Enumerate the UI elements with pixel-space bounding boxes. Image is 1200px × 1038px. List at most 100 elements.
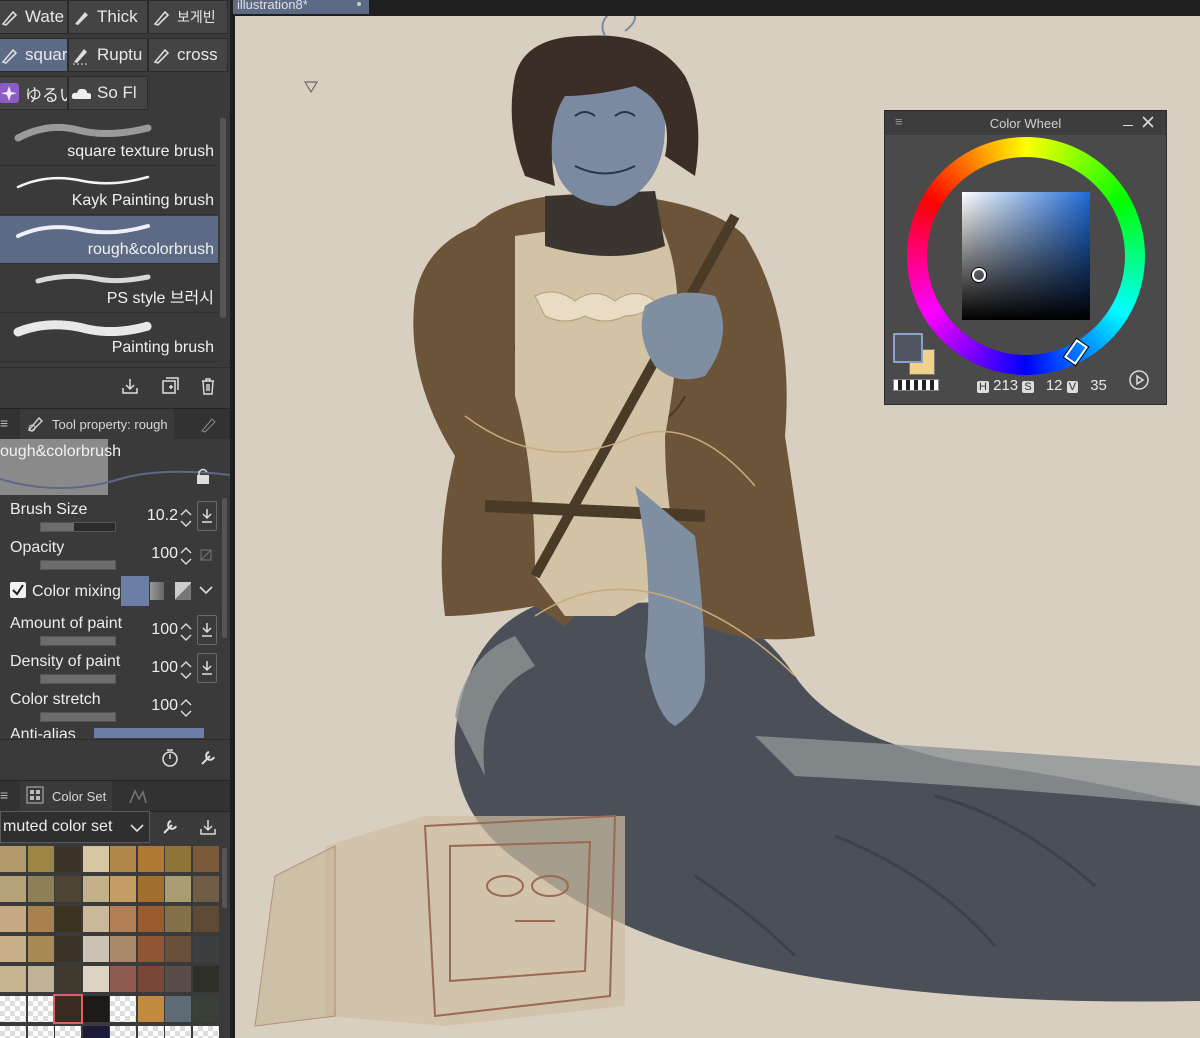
color-swatch[interactable]: [82, 966, 109, 992]
saturation-value-square[interactable]: [962, 192, 1090, 320]
minimize-icon[interactable]: [1123, 125, 1133, 126]
color-swatch[interactable]: [192, 846, 219, 872]
brush-item-0[interactable]: square texture brush: [0, 118, 218, 166]
color-swatch[interactable]: [165, 876, 191, 902]
chevron-down-icon[interactable]: [198, 582, 214, 603]
subtool-tab-0[interactable]: Wate: [0, 0, 68, 34]
trash-icon[interactable]: [196, 374, 220, 398]
color-swatch[interactable]: [110, 906, 136, 932]
import-icon[interactable]: [118, 374, 142, 398]
prop-opacity[interactable]: Opacity 100: [0, 538, 220, 576]
color-swatch[interactable]: [165, 966, 191, 992]
prop-value[interactable]: 100: [151, 621, 178, 639]
color-swatch[interactable]: [0, 936, 26, 962]
color-swatch[interactable]: [82, 1026, 109, 1038]
color-swatch[interactable]: [192, 876, 219, 902]
tool-property-scrollbar[interactable]: [222, 498, 227, 638]
color-stretch-slider[interactable]: [40, 712, 116, 722]
mix-mode-3-button[interactable]: [175, 582, 191, 600]
color-swatch[interactable]: [192, 996, 219, 1022]
color-swatch[interactable]: [192, 906, 219, 932]
brush-list-scrollbar[interactable]: [220, 118, 226, 318]
download-icon[interactable]: [197, 653, 217, 683]
anti-alias-buttons[interactable]: [94, 728, 204, 738]
tab-tool-property[interactable]: Tool property: rough: [20, 409, 174, 439]
brush-size-slider[interactable]: [40, 522, 116, 532]
v-value[interactable]: 35: [1090, 377, 1107, 394]
wrench-icon[interactable]: [196, 746, 220, 770]
color-swatch[interactable]: [0, 876, 26, 902]
spinner-icon[interactable]: [180, 621, 192, 643]
color-swatch[interactable]: [27, 966, 54, 992]
tab-color-set[interactable]: Color Set: [20, 781, 113, 811]
color-set-selector[interactable]: muted color set: [0, 811, 150, 843]
color-swatch[interactable]: [137, 906, 164, 932]
color-swatch[interactable]: [165, 846, 191, 872]
color-swatch[interactable]: [82, 876, 109, 902]
h-value[interactable]: 213: [993, 377, 1018, 394]
color-swatch[interactable]: [0, 996, 26, 1022]
color-swatch[interactable]: [137, 936, 164, 962]
mix-mode-1-button[interactable]: [121, 576, 149, 606]
sv-picker-marker[interactable]: [972, 268, 986, 282]
subtool-tab-4[interactable]: Ruptu: [68, 38, 148, 72]
color-swatch[interactable]: [55, 936, 81, 962]
color-swatch[interactable]: [192, 966, 219, 992]
color-swatch[interactable]: [110, 966, 136, 992]
color-swatch[interactable]: [55, 906, 81, 932]
transparent-color-swatch[interactable]: [893, 379, 939, 391]
color-swatch[interactable]: [27, 846, 54, 872]
subtool-tab-5[interactable]: cross: [148, 38, 228, 72]
menu-icon[interactable]: ≡: [0, 787, 8, 803]
duplicate-icon[interactable]: [158, 374, 182, 398]
prop-color-stretch[interactable]: Color stretch 100: [0, 690, 220, 728]
download-icon[interactable]: [197, 501, 217, 531]
prop-color-mixing[interactable]: Color mixing: [0, 576, 220, 614]
prop-brush-size[interactable]: Brush Size 10.2: [0, 500, 220, 538]
color-swatch[interactable]: [165, 1026, 191, 1038]
color-swatch[interactable]: [0, 846, 26, 872]
color-swatch[interactable]: [0, 906, 26, 932]
lock-icon[interactable]: [194, 467, 212, 490]
prop-value[interactable]: 100: [151, 545, 178, 563]
brush-item-3[interactable]: PS style 브러시: [0, 265, 218, 313]
color-swatch[interactable]: [82, 906, 109, 932]
prop-value[interactable]: 10.2: [147, 507, 178, 525]
color-swatch[interactable]: [110, 996, 136, 1022]
color-swatch[interactable]: [192, 1026, 219, 1038]
play-icon[interactable]: [1128, 369, 1150, 396]
pressure-icon[interactable]: [200, 548, 212, 566]
brush-item-4[interactable]: Painting brush: [0, 314, 218, 362]
density-of-paint-slider[interactable]: [40, 674, 116, 684]
intermediate-color-icon[interactable]: [128, 787, 148, 810]
opacity-slider[interactable]: [40, 560, 116, 570]
color-swatch[interactable]: [53, 994, 83, 1024]
menu-icon[interactable]: ≡: [0, 415, 8, 431]
color-swatch[interactable]: [55, 876, 81, 902]
prop-amount-of-paint[interactable]: Amount of paint 100: [0, 614, 220, 652]
color-swatch[interactable]: [137, 1026, 164, 1038]
brush-item-2[interactable]: rough&colorbrush: [0, 216, 218, 264]
color-swatch[interactable]: [110, 936, 136, 962]
color-swatch[interactable]: [27, 996, 54, 1022]
color-swatch[interactable]: [55, 846, 81, 872]
color-swatch[interactable]: [55, 966, 81, 992]
color-swatch[interactable]: [137, 996, 164, 1022]
color-swatch[interactable]: [55, 1026, 81, 1038]
s-value[interactable]: 12: [1046, 377, 1063, 394]
spinner-icon[interactable]: [180, 659, 192, 681]
subtool-tab-2[interactable]: 보게빈: [148, 0, 228, 34]
color-swatch[interactable]: [27, 936, 54, 962]
color-swatch[interactable]: [82, 846, 109, 872]
color-swatch[interactable]: [165, 996, 191, 1022]
prop-value[interactable]: 100: [151, 659, 178, 677]
pen-icon[interactable]: [200, 415, 218, 438]
color-swatch[interactable]: [110, 846, 136, 872]
color-swatch[interactable]: [165, 936, 191, 962]
mix-mode-2-button[interactable]: [150, 582, 164, 600]
color-swatch[interactable]: [0, 966, 26, 992]
color-swatch[interactable]: [110, 876, 136, 902]
document-tab[interactable]: illustration8*: [233, 0, 369, 14]
color-swatch[interactable]: [110, 1026, 136, 1038]
spinner-icon[interactable]: [180, 545, 192, 567]
